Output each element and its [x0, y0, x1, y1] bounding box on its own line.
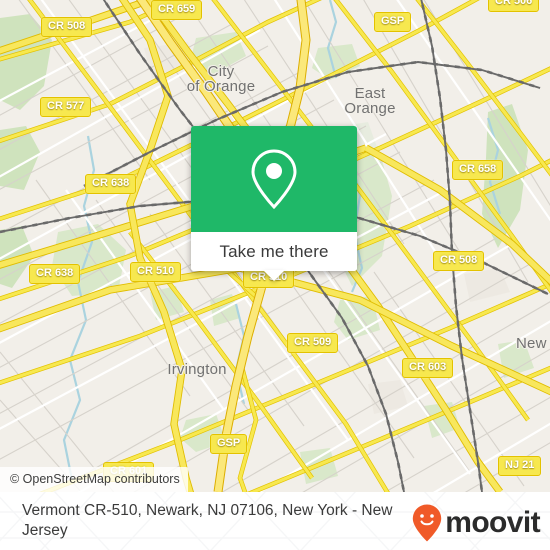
- map-attribution[interactable]: © OpenStreetMap contributors: [0, 466, 188, 492]
- shield-gsp-bottom: GSP: [210, 434, 248, 454]
- shield-cr-508-nw: CR 508: [41, 17, 93, 37]
- shield-cr-638-s: CR 638: [29, 264, 81, 284]
- shield-gsp-top: GSP: [374, 12, 412, 32]
- location-title: Vermont CR-510, Newark, NJ 07106, New Yo…: [22, 502, 393, 539]
- shield-cr-508-e: CR 508: [433, 251, 485, 271]
- map-viewport[interactable]: .wtr { fill:none; stroke:#aad3df; stroke…: [0, 0, 550, 492]
- screenshot-root: .wtr { fill:none; stroke:#aad3df; stroke…: [0, 0, 550, 550]
- shield-cr-659: CR 659: [151, 0, 203, 20]
- callout-pointer-tail: [263, 270, 285, 281]
- take-me-there-button[interactable]: Take me there: [219, 242, 328, 262]
- moovit-pin-smiley-icon: [413, 504, 442, 542]
- moovit-wordmark: moovit: [445, 506, 540, 539]
- moovit-logo[interactable]: moovit: [412, 504, 541, 542]
- callout-footer[interactable]: Take me there: [191, 232, 357, 281]
- destination-callout-card[interactable]: Take me there: [191, 126, 357, 281]
- shield-cr-577: CR 577: [40, 97, 92, 117]
- map-pin-icon: [251, 149, 297, 210]
- shield-cr-603: CR 603: [402, 358, 454, 378]
- shield-cr-510-w: CR 510: [130, 262, 182, 282]
- shield-nj-21: NJ 21: [498, 456, 542, 476]
- shield-cr-658: CR 658: [452, 160, 504, 180]
- shield-top-right: CR 506: [488, 0, 540, 12]
- shield-cr-509: CR 509: [287, 333, 339, 353]
- info-bar: Vermont CR-510, Newark, NJ 07106, New Yo…: [0, 492, 550, 550]
- callout-header: [191, 126, 357, 232]
- shield-cr-638-n: CR 638: [85, 174, 137, 194]
